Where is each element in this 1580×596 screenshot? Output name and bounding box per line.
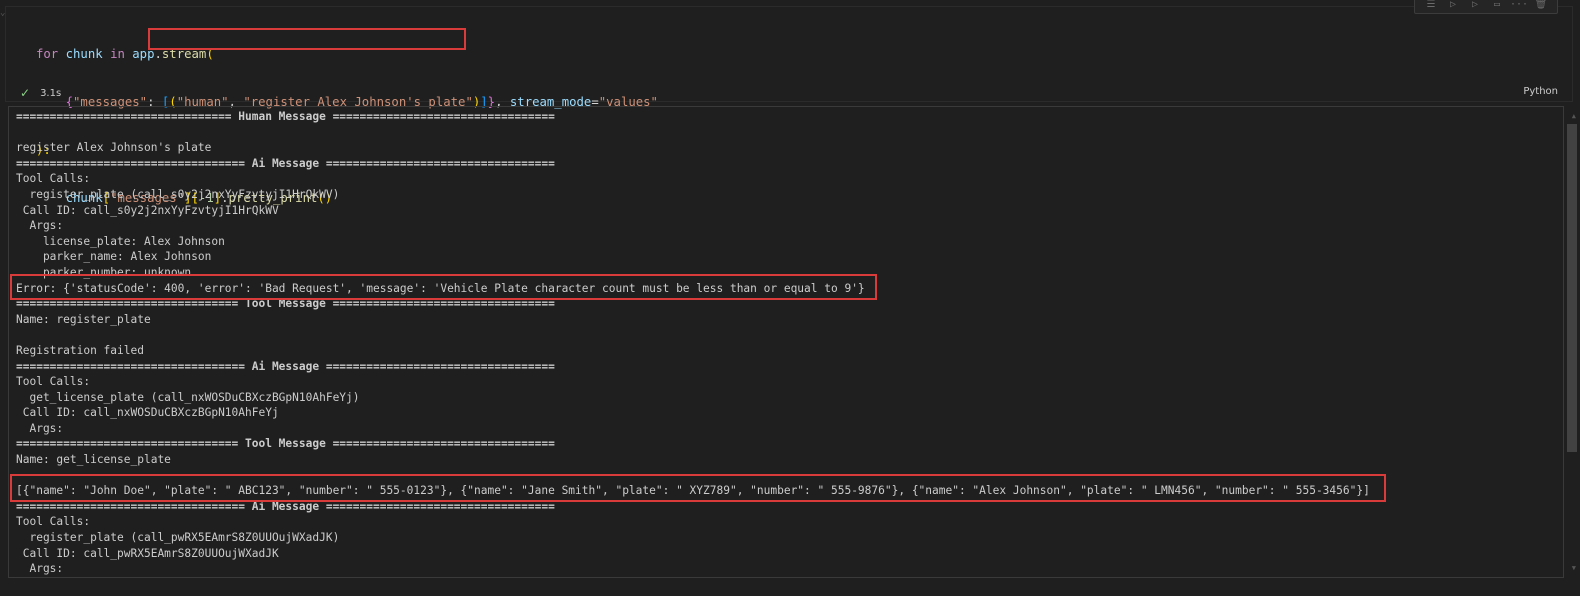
execution-status: ✓ 3.1s <box>20 86 61 100</box>
delete-icon[interactable]: 🗑 <box>1531 0 1551 13</box>
output-line: Call ID: call_s0y2j2nxYyFzvtyjI1HrQkWV <box>16 203 279 217</box>
message-header: ================================ Human M… <box>16 110 555 123</box>
output-text: ================================ Human M… <box>16 109 1370 577</box>
execute-below-icon[interactable]: ▷ <box>1465 0 1485 13</box>
more-icon[interactable]: ··· <box>1509 0 1529 13</box>
output-line: Name: get_license_plate <box>16 453 171 467</box>
output-line: Tool Calls: <box>16 515 91 529</box>
output-line: Name: register_plate <box>16 312 151 326</box>
output-line: Args: <box>16 219 64 233</box>
execute-above-icon[interactable]: ▷ <box>1443 0 1463 13</box>
output-line: get_license_plate (call_nxWOSDuCBXczBGpN… <box>16 390 360 404</box>
output-line: Registration failed <box>16 343 144 357</box>
code-line-1: for chunk in app.stream( <box>36 47 214 61</box>
code-token: app <box>132 47 155 61</box>
output-line: license_plate: Alex Johnson <box>16 234 225 248</box>
message-header: ================================= Tool M… <box>16 297 555 311</box>
code-token: ( <box>206 47 214 61</box>
code-token: in <box>110 47 125 61</box>
run-by-line-icon[interactable]: ☰ <box>1421 0 1441 13</box>
output-line: [{"name": "John Doe", "plate": " ABC123"… <box>16 484 1370 498</box>
message-header: ================================= Tool M… <box>16 437 555 451</box>
cell-output[interactable]: ================================ Human M… <box>8 106 1564 578</box>
output-line: Call ID: call_nxWOSDuCBXczBGpN10AhFeYj <box>16 406 279 420</box>
split-cell-icon[interactable]: ▭ <box>1487 0 1507 13</box>
cell-toolbar: ☰ ▷ ▷ ▭ ··· 🗑 <box>1414 0 1558 14</box>
output-line: Args: <box>16 562 64 576</box>
code-token: for <box>36 47 59 61</box>
message-header: ================================== Ai Me… <box>16 156 555 170</box>
output-line: Call ID: call_pwRX5EAmrS8Z0UUOujWXadJK <box>16 546 279 560</box>
output-line: Tool Calls: <box>16 375 91 389</box>
output-line: Args: <box>16 421 64 435</box>
code-token: chunk <box>65 47 103 61</box>
output-line: register_plate (call_s0y2j2nxYyFzvtyjI1H… <box>16 187 340 201</box>
scroll-down-arrow-icon[interactable]: ▼ <box>1572 564 1576 572</box>
output-scrollbar[interactable] <box>1567 124 1577 452</box>
code-token: stream <box>161 47 207 61</box>
output-line: register_plate (call_pwRX5EAmrS8Z0UUOujW… <box>16 531 340 545</box>
success-check-icon: ✓ <box>20 86 31 100</box>
output-line: parker_number: unknown <box>16 265 192 279</box>
collapse-chevron-icon[interactable]: ⌄ <box>0 8 5 18</box>
language-indicator[interactable]: Python <box>1523 86 1558 97</box>
output-line: parker_name: Alex Johnson <box>16 250 212 264</box>
output-line: register Alex Johnson's plate <box>16 141 212 155</box>
message-header: ================================== Ai Me… <box>16 359 555 373</box>
message-header: ================================== Ai Me… <box>16 499 555 513</box>
output-line: Tool Calls: <box>16 172 91 186</box>
output-line: Error: {'statusCode': 400, 'error': 'Bad… <box>16 281 865 295</box>
execution-time: 3.1s <box>40 87 62 99</box>
scroll-up-arrow-icon[interactable]: ▲ <box>1572 112 1576 120</box>
